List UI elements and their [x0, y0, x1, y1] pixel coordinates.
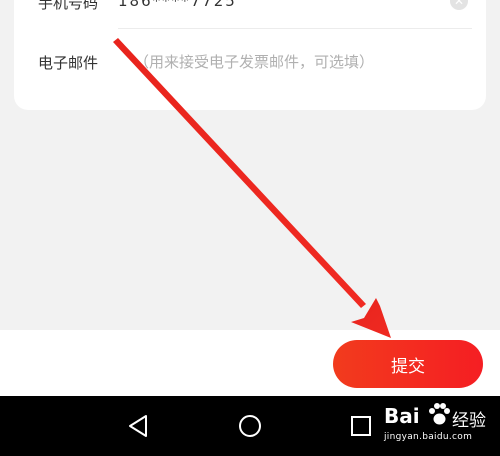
phone-label: 手机号码 — [38, 0, 99, 12]
invoice-form-card: 手机号码 186****7725 ✕ 电子邮件 — [14, 0, 486, 110]
paw-icon — [429, 403, 450, 425]
watermark-url: jingyan.baidu.com — [384, 432, 473, 442]
clear-icon[interactable]: ✕ — [450, 0, 468, 10]
watermark-logo: Bai — [384, 404, 420, 428]
recents-icon[interactable] — [346, 411, 376, 441]
baidu-jingyan-watermark: Bai 经验 jingyan.baidu.com — [380, 402, 495, 448]
phone-value[interactable]: 186****7725 — [118, 0, 237, 10]
divider — [118, 28, 472, 29]
submit-button[interactable]: 提交 — [333, 340, 483, 388]
home-icon[interactable] — [235, 411, 265, 441]
bottom-action-bar: 提交 — [0, 330, 500, 396]
watermark-name: 经验 — [452, 411, 486, 431]
email-row: 电子邮件 — [38, 50, 478, 74]
phone-row: 手机号码 186****7725 ✕ — [38, 0, 468, 12]
back-icon[interactable] — [124, 411, 154, 441]
email-input[interactable] — [134, 50, 474, 74]
email-label: 电子邮件 — [38, 54, 99, 72]
